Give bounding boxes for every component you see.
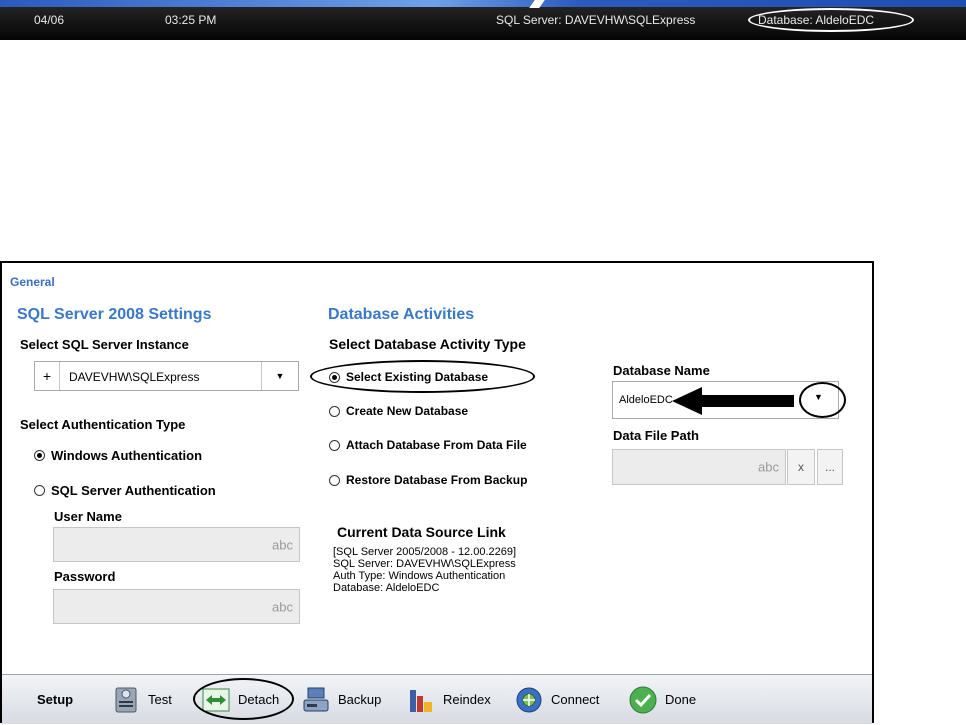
chevron-down-icon[interactable]: ▼ [814,392,823,402]
backup-button-label: Backup [338,692,382,707]
status-bar-accent [0,0,966,7]
link-line: Auth Type: Windows Authentication [333,570,506,582]
option-label: Restore Database From Backup [346,473,528,487]
instance-label: Select SQL Server Instance [20,337,189,352]
sql-settings-title: SQL Server 2008 Settings [17,306,212,323]
test-button[interactable]: Test [112,675,172,724]
radio-sql-auth-label: SQL Server Authentication [51,483,216,498]
backup-icon [303,687,329,711]
radio-unselected-icon[interactable] [329,439,340,451]
connect-button[interactable]: Connect [515,675,599,724]
status-time: 03:25 PM [165,13,217,27]
option-label: Create New Database [346,404,469,418]
user-name-input[interactable]: abc [53,527,300,562]
reindex-icon [410,689,432,712]
tab-general[interactable]: General [10,275,55,289]
link-line: SQL Server: DAVEVHW\SQLExpress [333,558,516,570]
connect-icon [516,687,542,712]
instance-value: DAVEVHW\SQLExpress [69,370,200,384]
user-name-label: User Name [54,509,122,524]
status-date: 04/06 [34,13,65,27]
setup-label: Setup [37,692,74,707]
detach-highlight-ellipse [193,678,294,720]
data-file-path-label: Data File Path [613,428,699,443]
db-name-label: Database Name [613,363,710,378]
password-input[interactable]: abc [53,589,300,624]
db-activities-title: Database Activities [328,306,475,323]
password-label: Password [54,569,116,584]
bottom-toolbar: Setup Test Detach Backup Reindex Connect… [2,674,872,724]
radio-selected-icon[interactable] [329,371,340,383]
connect-button-label: Connect [551,692,600,707]
checkmark-icon [629,686,657,713]
radio-selected-icon[interactable] [34,450,45,461]
arrow-left-icon [672,387,794,415]
radio-unselected-icon[interactable] [329,405,340,417]
status-sql-server: SQL Server: DAVEVHW\SQLExpress [496,13,696,27]
link-line: Database: AldeloEDC [333,582,440,594]
clear-path-button[interactable]: x [787,449,815,485]
current-link-info: [SQL Server 2005/2008 - 12.00.2269] SQL … [333,546,516,594]
status-bar: 04/06 03:25 PM SQL Server: DAVEVHW\SQLEx… [0,0,966,40]
radio-windows-auth[interactable]: Windows Authentication [34,448,202,463]
backup-button[interactable]: Backup [302,675,381,724]
instance-plus-button[interactable]: + [35,362,60,390]
radio-select-existing-db[interactable]: Select Existing Database [329,370,488,384]
done-button[interactable]: Done [629,675,696,724]
test-button-label: Test [148,692,172,707]
db-name-value: AldeloEDC [619,394,673,406]
option-label: Select Existing Database [346,370,489,384]
password-hint: abc [272,599,293,614]
user-name-hint: abc [272,537,293,552]
data-file-path-hint: abc [758,459,779,475]
radio-windows-auth-label: Windows Authentication [51,448,203,463]
data-file-path-input[interactable]: abc [612,449,786,485]
browse-path-button[interactable]: ... [817,449,843,485]
sql-instance-combo[interactable]: + DAVEVHW\SQLExpress ▼ [34,361,299,391]
current-link-title: Current Data Source Link [337,524,506,540]
option-label: Attach Database From Data File [346,438,527,452]
test-server-icon [115,687,137,712]
radio-sql-auth[interactable]: SQL Server Authentication [34,483,216,498]
radio-attach-db[interactable]: Attach Database From Data File [329,438,527,452]
radio-create-new-db[interactable]: Create New Database [329,404,468,418]
database-highlight-ellipse [748,8,914,32]
database-settings-dialog: General SQL Server 2008 Settings Select … [0,261,874,724]
activity-type-label: Select Database Activity Type [329,336,526,352]
reindex-button[interactable]: Reindex [407,675,491,724]
chevron-down-icon[interactable]: ▼ [261,362,298,390]
radio-restore-db[interactable]: Restore Database From Backup [329,473,527,487]
reindex-button-label: Reindex [443,692,491,707]
radio-unselected-icon[interactable] [329,474,340,486]
done-button-label: Done [665,692,697,707]
radio-unselected-icon[interactable] [34,485,45,496]
auth-type-label: Select Authentication Type [20,417,186,432]
link-line: [SQL Server 2005/2008 - 12.00.2269] [333,546,517,558]
